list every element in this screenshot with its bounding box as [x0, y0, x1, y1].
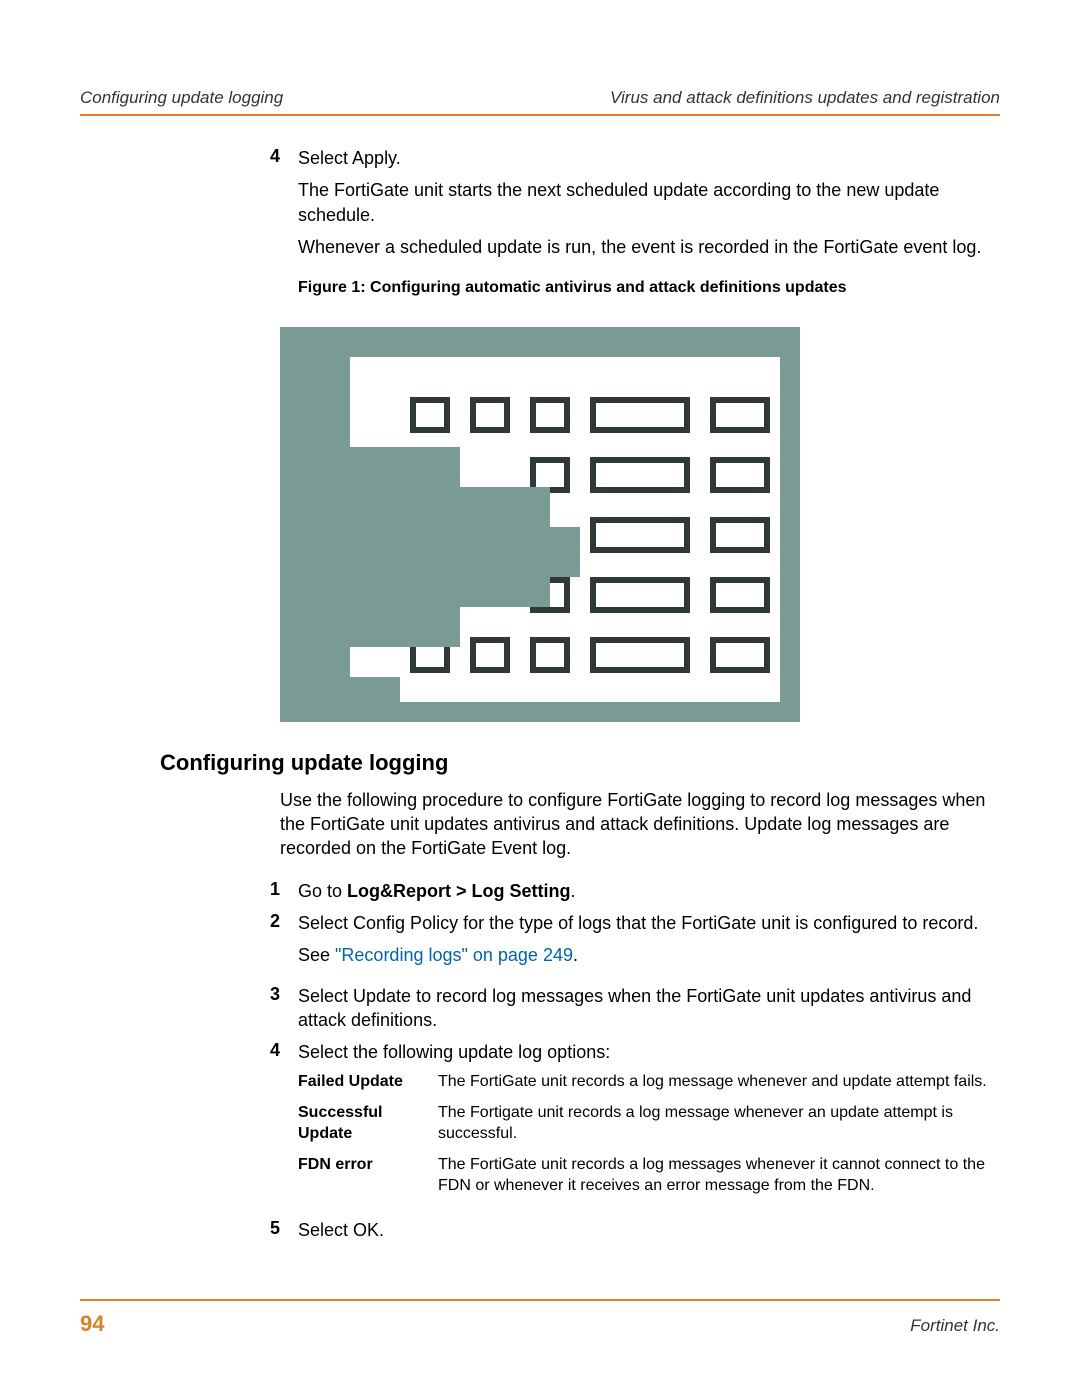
step-number: 1: [240, 879, 298, 903]
step-text: Select Update to record log messages whe…: [298, 984, 1000, 1033]
option-label: FDN error: [298, 1155, 438, 1197]
option-label: Failed Update: [298, 1072, 438, 1093]
option-row: Successful Update The Fortigate unit rec…: [298, 1103, 1000, 1145]
step-number: 4: [240, 1040, 298, 1206]
footer-rule: [80, 1299, 1000, 1301]
step-text: Select Config Policy for the type of log…: [298, 911, 1000, 976]
section-intro: Use the following procedure to configure…: [280, 788, 1000, 861]
option-row: Failed Update The FortiGate unit records…: [298, 1072, 1000, 1093]
figure-caption: Figure 1: Configuring automatic antiviru…: [298, 277, 1000, 299]
step-text: The FortiGate unit starts the next sched…: [298, 178, 1000, 227]
header-left: Configuring update logging: [80, 88, 283, 108]
option-label: Successful Update: [298, 1103, 438, 1145]
option-description: The Fortigate unit records a log message…: [438, 1103, 1000, 1145]
step-number: 2: [240, 911, 298, 976]
step-text: Go to Log&Report > Log Setting.: [298, 879, 1000, 903]
figure-image: [280, 327, 1000, 722]
step-text: Select the following update log options:: [298, 1040, 1000, 1064]
step-text: Select OK.: [298, 1218, 1000, 1242]
step-number: 3: [240, 984, 298, 1033]
option-row: FDN error The FortiGate unit records a l…: [298, 1155, 1000, 1197]
section-heading: Configuring update logging: [160, 750, 1000, 776]
option-description: The FortiGate unit records a log message…: [438, 1072, 1000, 1093]
header-right: Virus and attack definitions updates and…: [610, 88, 1000, 108]
page-number: 94: [80, 1311, 104, 1337]
cross-reference-link[interactable]: "Recording logs" on page 249: [335, 945, 573, 965]
step-number: 4: [240, 146, 298, 319]
step-text: Select Apply.: [298, 146, 1000, 170]
options-table: Failed Update The FortiGate unit records…: [298, 1072, 1000, 1196]
option-description: The FortiGate unit records a log message…: [438, 1155, 1000, 1197]
footer-company: Fortinet Inc.: [910, 1316, 1000, 1336]
step-number: 5: [240, 1218, 298, 1242]
step-text: Whenever a scheduled update is run, the …: [298, 235, 1000, 259]
header-rule: [80, 114, 1000, 116]
